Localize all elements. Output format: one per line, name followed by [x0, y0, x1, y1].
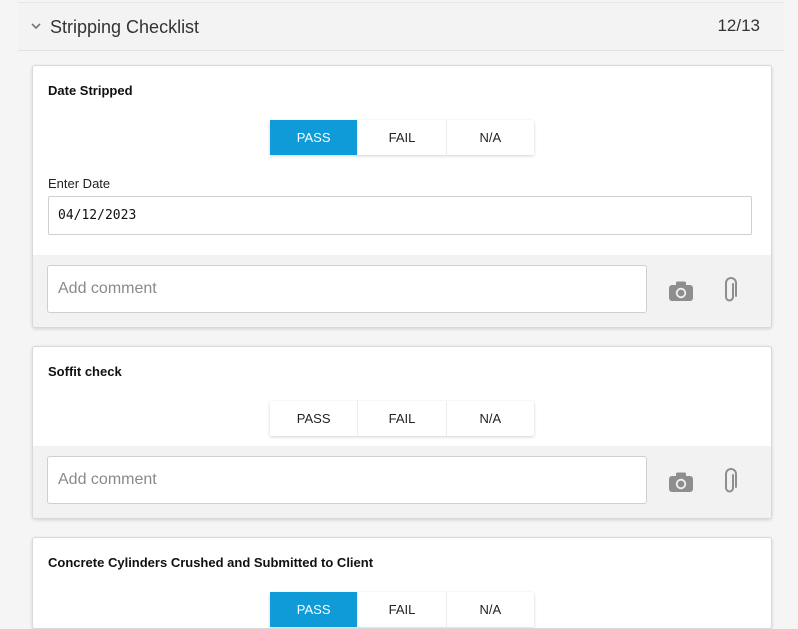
na-button[interactable]: N/A: [447, 401, 534, 436]
chevron-down-icon[interactable]: [30, 21, 42, 31]
section-progress-count: 12/13: [717, 16, 760, 35]
comment-bar: [33, 446, 771, 518]
comment-input[interactable]: [47, 265, 647, 313]
pass-fail-na-toggle: PASS FAIL N/A: [270, 120, 534, 155]
pass-button[interactable]: PASS: [270, 120, 359, 155]
card-title: Concrete Cylinders Crushed and Submitted…: [48, 555, 374, 570]
date-input[interactable]: [48, 196, 752, 235]
na-button[interactable]: N/A: [447, 592, 534, 627]
camera-icon[interactable]: [667, 468, 695, 496]
fail-button[interactable]: FAIL: [358, 592, 447, 627]
paperclip-icon[interactable]: [716, 468, 744, 496]
fail-button[interactable]: FAIL: [358, 120, 447, 155]
na-button[interactable]: N/A: [447, 120, 534, 155]
comment-input[interactable]: [47, 456, 647, 504]
date-label: Enter Date: [48, 176, 111, 191]
checklist-card-soffit-check: Soffit check PASS FAIL N/A: [32, 346, 772, 519]
card-title: Soffit check: [48, 364, 122, 379]
paperclip-icon[interactable]: [716, 277, 744, 305]
pass-fail-na-toggle: PASS FAIL N/A: [270, 592, 534, 627]
checklist-card-concrete-cylinders: Concrete Cylinders Crushed and Submitted…: [32, 537, 772, 629]
pass-fail-na-toggle: PASS FAIL N/A: [270, 401, 534, 436]
section-title: Stripping Checklist: [50, 17, 200, 37]
comment-bar: [33, 255, 771, 327]
pass-button[interactable]: PASS: [270, 401, 359, 436]
checklist-card-date-stripped: Date Stripped PASS FAIL N/A Enter Date: [32, 65, 772, 328]
camera-icon[interactable]: [667, 277, 695, 305]
card-title: Date Stripped: [48, 83, 133, 98]
fail-button[interactable]: FAIL: [358, 401, 447, 436]
section-header[interactable]: Stripping Checklist 12/13: [18, 2, 784, 51]
pass-button[interactable]: PASS: [270, 592, 359, 627]
